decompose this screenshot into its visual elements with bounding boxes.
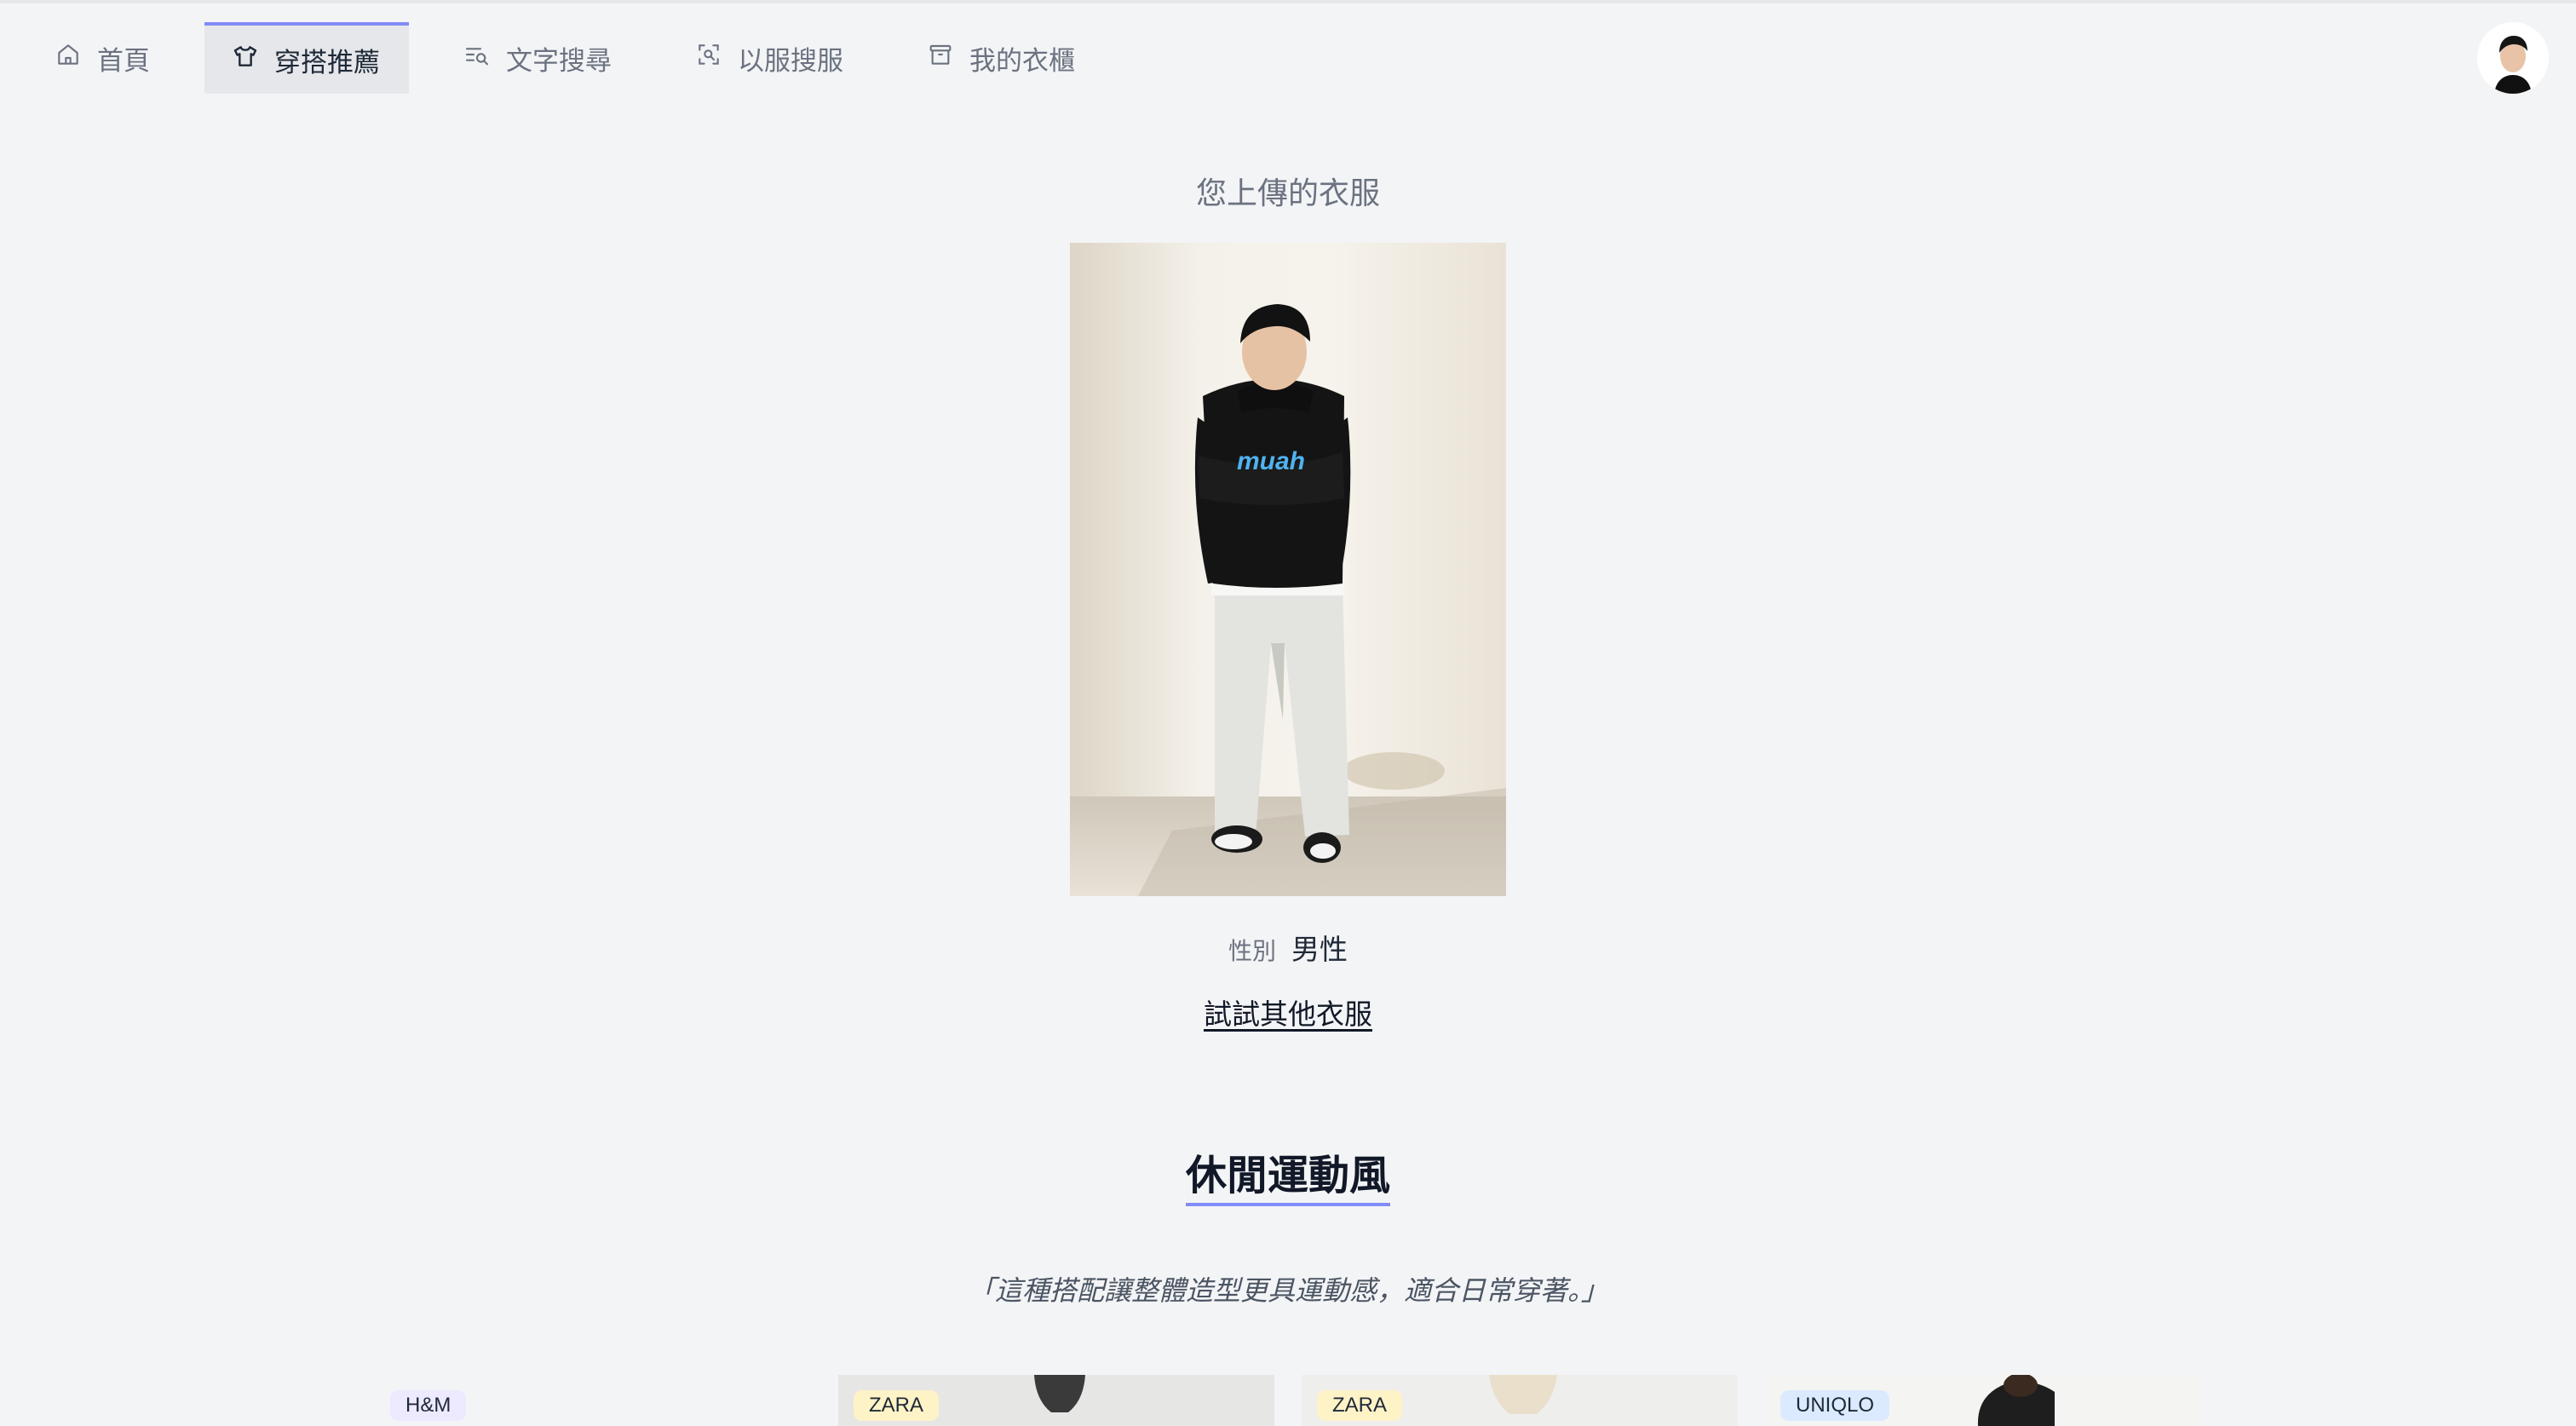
style-description: 「這種搭配讓整體造型更具運動感，適合日常穿著。」 xyxy=(967,1275,1608,1306)
product-card[interactable]: ZARA xyxy=(838,1375,1274,1426)
nav-item-label: 文字搜尋 xyxy=(506,45,612,76)
nav-item-text-search[interactable]: 文字搜尋 xyxy=(436,22,639,94)
tshirt-icon xyxy=(232,43,259,77)
nav-item-label: 首頁 xyxy=(97,45,150,76)
product-card[interactable]: ZARA xyxy=(1302,1375,1738,1426)
gender-value: 男性 xyxy=(1291,934,1348,965)
product-card[interactable]: UNIQLO xyxy=(1765,1375,2201,1426)
nav-item-image-search[interactable]: 以服搜服 xyxy=(668,22,871,94)
top-nav: 首頁 穿搭推薦 文字搜尋 以服搜服 我的衣櫃 xyxy=(0,0,2576,119)
style-title: 休閒運動風 xyxy=(1185,1141,1390,1206)
style-section: 休閒運動風 xyxy=(0,1141,2576,1206)
wardrobe-icon xyxy=(927,41,954,75)
nav-item-label: 以服搜服 xyxy=(738,45,843,76)
image-scan-icon xyxy=(695,41,722,75)
try-other-clothes: 試試其他衣服 xyxy=(0,992,2576,1032)
brand-badge: H&M xyxy=(390,1390,467,1421)
uploaded-clothes-title: 您上傳的衣服 xyxy=(1195,175,1380,210)
svg-text:muah: muah xyxy=(1237,447,1305,475)
nav-item-my-wardrobe[interactable]: 我的衣櫃 xyxy=(900,22,1102,94)
uploaded-outfit-photo: muah xyxy=(1070,243,1506,896)
nav-item-outfit-recommend[interactable]: 穿搭推薦 xyxy=(204,22,409,94)
brand-badge: UNIQLO xyxy=(1780,1390,1890,1421)
brand-badge: ZARA xyxy=(1317,1390,1403,1421)
home-icon xyxy=(55,41,82,75)
product-card[interactable]: H&M xyxy=(375,1375,811,1426)
nav-item-home[interactable]: 首頁 xyxy=(27,22,177,94)
try-other-clothes-link[interactable]: 試試其他衣服 xyxy=(1204,998,1372,1030)
nav-item-label: 穿搭推薦 xyxy=(274,47,380,78)
gender-label: 性別 xyxy=(1228,938,1276,964)
nav-item-label: 我的衣櫃 xyxy=(969,45,1075,76)
user-avatar[interactable] xyxy=(2477,22,2549,94)
text-search-icon xyxy=(463,41,491,75)
brand-badge: ZARA xyxy=(854,1390,940,1421)
gender-row: 性別 男性 xyxy=(0,927,2576,968)
